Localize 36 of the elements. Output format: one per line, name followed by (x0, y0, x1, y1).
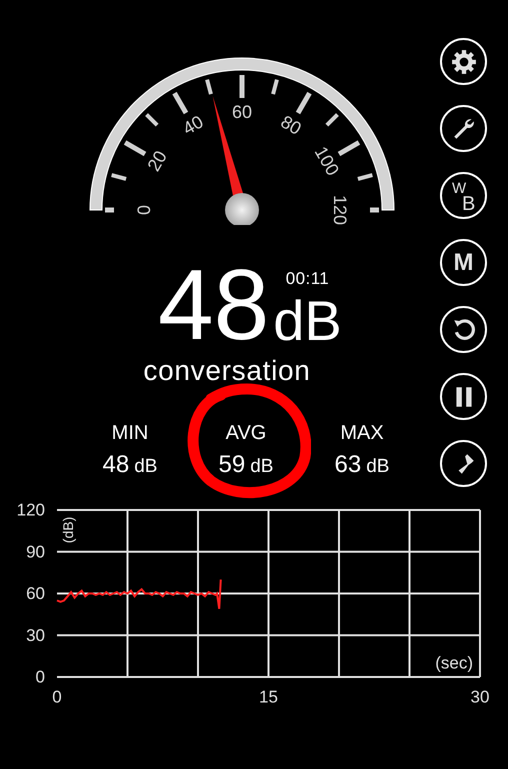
gear-icon (450, 48, 476, 74)
stat-label: MIN (112, 423, 148, 443)
gauge-label: 20 (143, 147, 171, 175)
gauge-label: 60 (232, 102, 252, 122)
settings-button[interactable] (440, 38, 487, 85)
stat-label: MAX (340, 423, 384, 443)
reset-button[interactable] (440, 306, 487, 353)
stat-value: 59 dB (218, 453, 274, 477)
x-axis-label: 15 (259, 688, 278, 706)
y-axis-label: 90 (26, 542, 45, 562)
unit-label: dB (273, 293, 342, 349)
x-axis-label: 0 (52, 688, 62, 706)
stat-value: 48 dB (102, 453, 158, 477)
x-axis-label: 30 (470, 688, 490, 706)
gauge-label: 120 (330, 194, 350, 225)
y-axis-label: 120 (16, 500, 45, 520)
y-axis-label: 30 (26, 626, 45, 645)
gauge-label: 80 (277, 111, 305, 139)
stat-label: AVG (226, 423, 266, 443)
sound-level-reading: 48 (158, 255, 270, 355)
wb-button[interactable]: W B (440, 172, 487, 219)
needle-hub (225, 193, 259, 225)
gauge-label: 0 (134, 205, 154, 215)
flashlight-button[interactable] (440, 440, 487, 487)
noise-description: conversation (143, 357, 311, 385)
y-axis-label: 60 (26, 584, 45, 603)
wrench-button[interactable] (440, 105, 487, 152)
gauge-label: 100 (310, 143, 344, 179)
y-axis-title: (dB) (60, 516, 76, 544)
pause-button[interactable] (440, 373, 487, 420)
y-axis-label: 0 (36, 668, 45, 686)
stat-value: 63 dB (334, 453, 390, 477)
mode-button[interactable]: M (440, 239, 487, 286)
timer: 00:11 (286, 270, 330, 287)
gauge-label: 40 (179, 111, 207, 139)
x-axis-title: (sec) (435, 654, 473, 672)
